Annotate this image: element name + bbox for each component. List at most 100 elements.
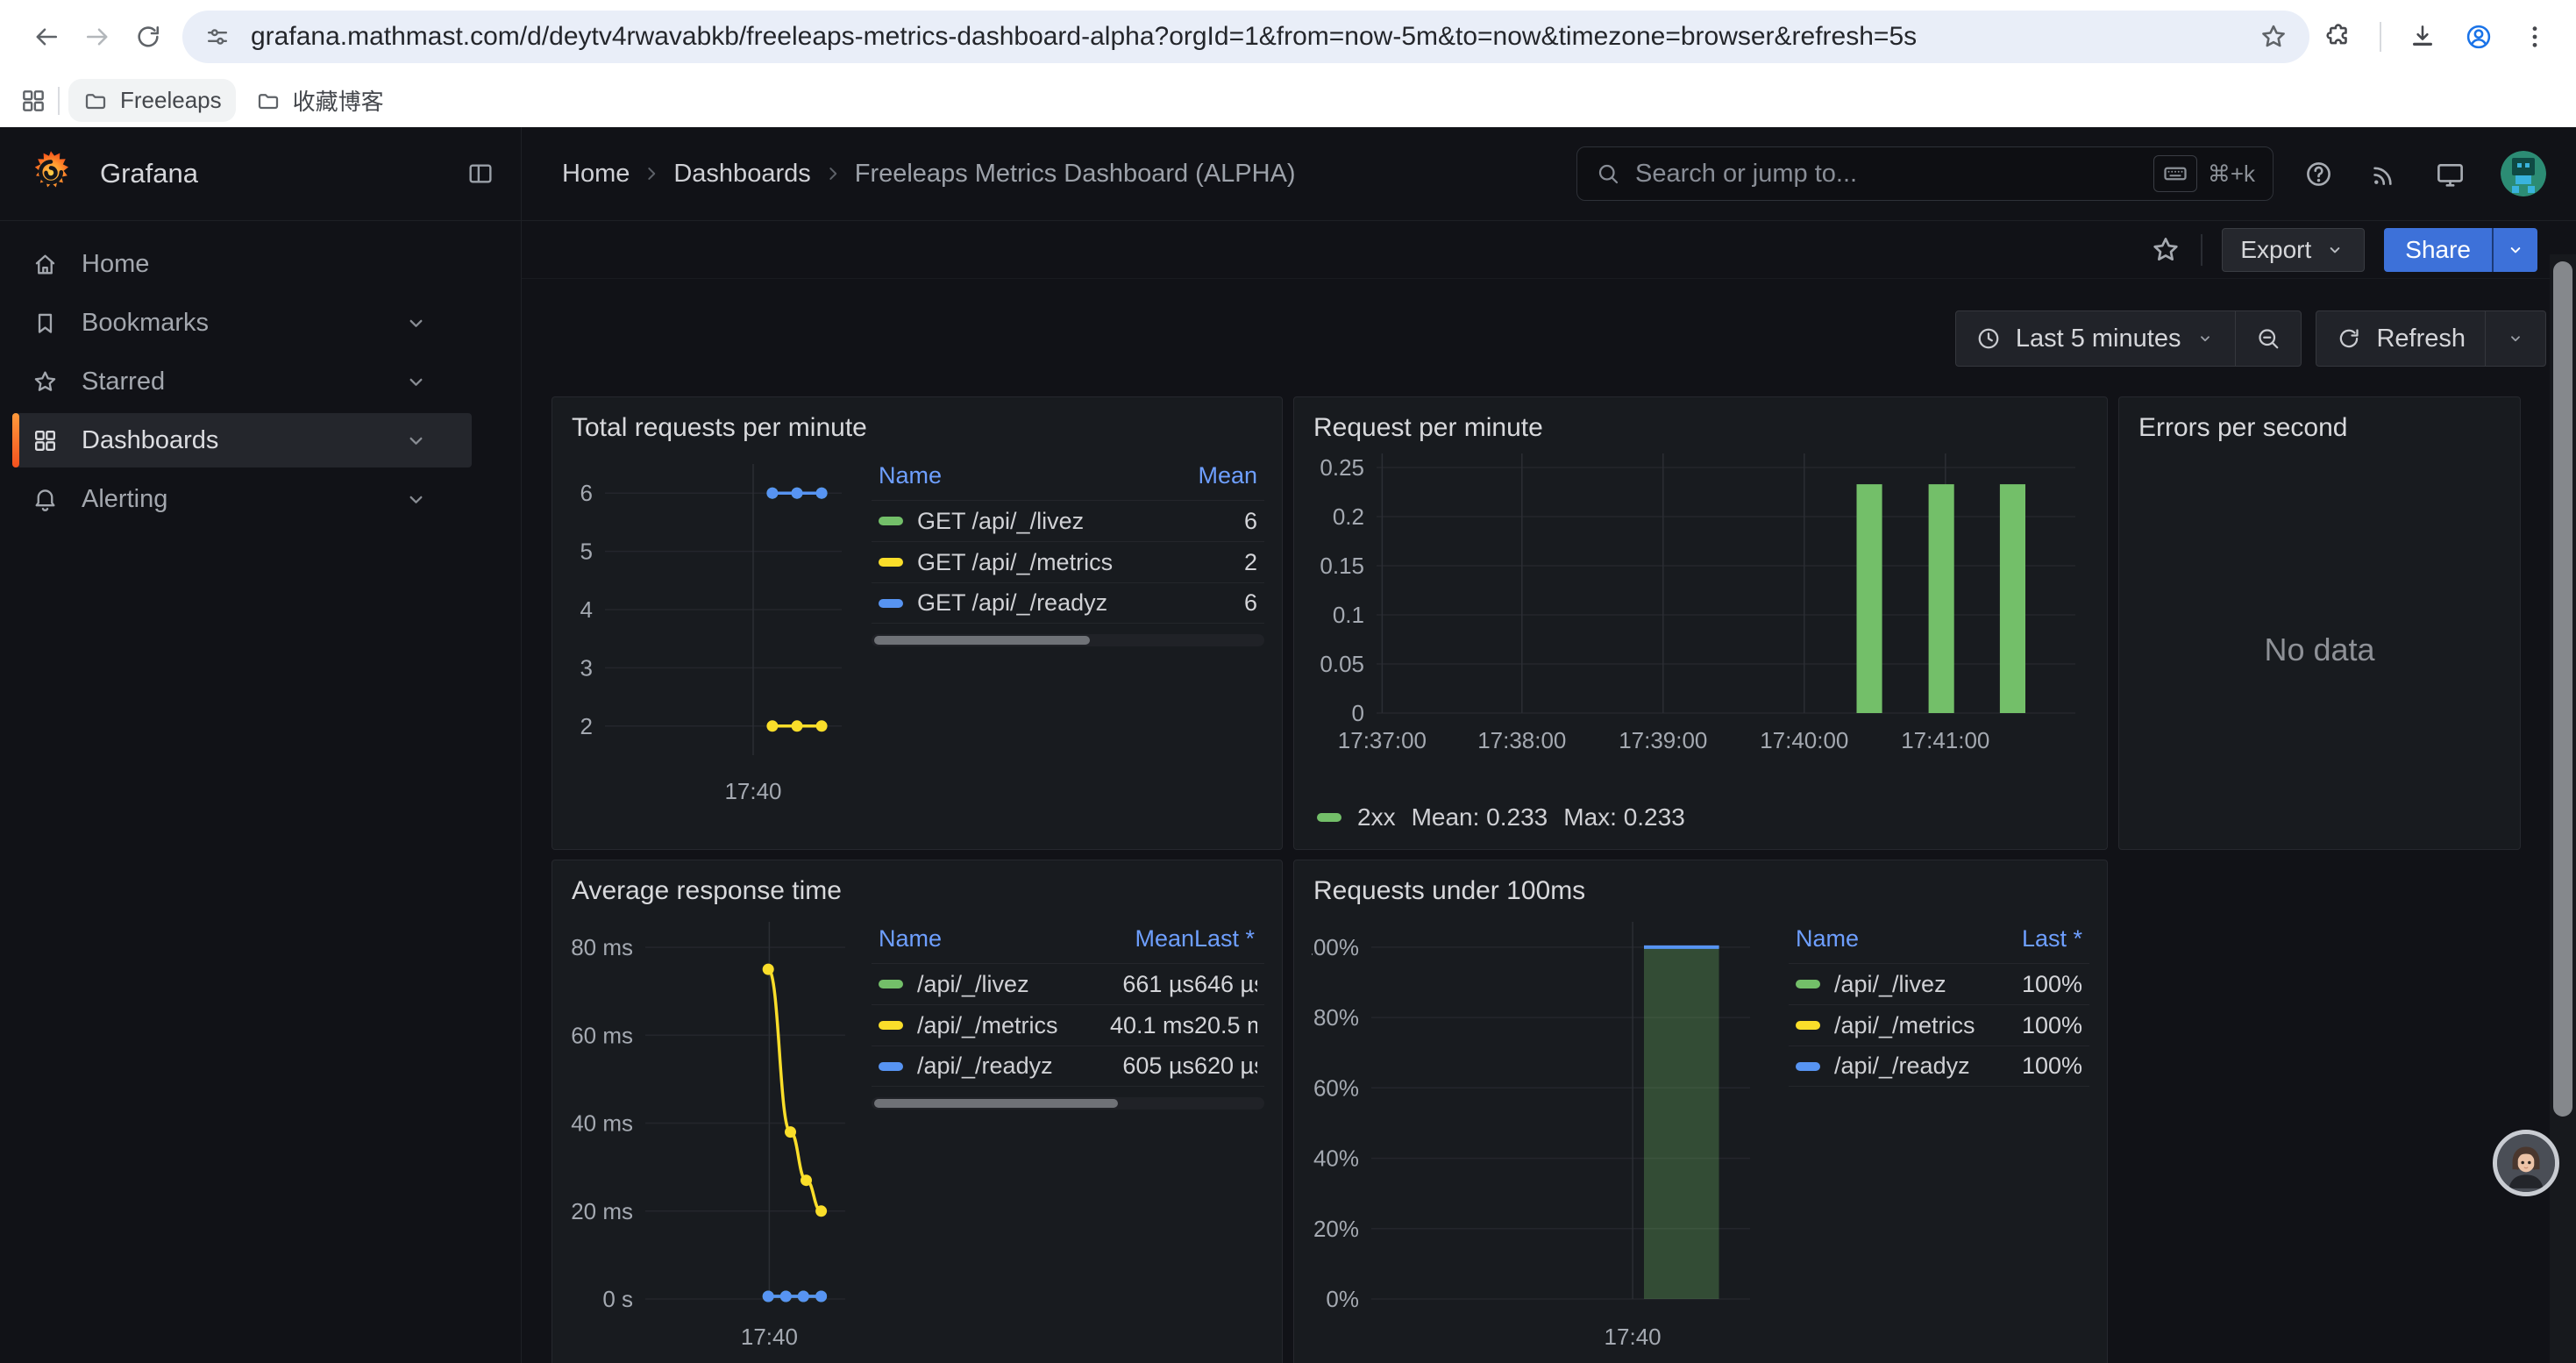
sidebar-item-bookmarks[interactable]: Bookmarks bbox=[12, 296, 472, 350]
series-name[interactable]: 2xx bbox=[1357, 803, 1396, 831]
search-box[interactable]: ⌘+k bbox=[1576, 146, 2274, 201]
search-input[interactable] bbox=[1635, 160, 2153, 189]
refresh-label: Refresh bbox=[2376, 325, 2466, 353]
panel-title[interactable]: Average response time bbox=[552, 860, 1282, 913]
url-text[interactable]: grafana.mathmast.com/d/deytv4rwavabkb/fr… bbox=[251, 22, 2259, 52]
legend-value: 100% bbox=[1977, 1012, 2082, 1039]
breadcrumb-item[interactable]: Home bbox=[551, 154, 640, 194]
panels-grid: Total requests per minute 6543217:40 Nam… bbox=[551, 396, 2546, 1363]
breadcrumb: Home Dashboards Freeleaps Metrics Dashboar… bbox=[551, 154, 1306, 194]
url-bar[interactable]: grafana.mathmast.com/d/deytv4rwavabkb/fr… bbox=[182, 11, 2309, 63]
legend-column-header[interactable]: Name bbox=[1796, 925, 1977, 953]
dashboards-icon bbox=[32, 427, 59, 454]
legend-column-header[interactable]: Last * bbox=[1977, 925, 2082, 953]
help-button[interactable] bbox=[2303, 159, 2334, 189]
legend-value: 661 µs bbox=[1071, 971, 1194, 998]
chart-legend: 2xx Mean: 0.233 Max: 0.233 bbox=[1312, 802, 2089, 837]
bookmark-label: Freeleaps bbox=[120, 87, 222, 114]
legend-row[interactable]: /api/_/metrics100% bbox=[1789, 1004, 2089, 1045]
legend-scrollbar[interactable] bbox=[872, 634, 1264, 646]
back-button[interactable] bbox=[21, 11, 72, 62]
zoom-out-button[interactable] bbox=[2236, 311, 2301, 366]
legend-row[interactable]: /api/_/livez661 µs646 µs bbox=[872, 963, 1264, 1004]
series-color-pill bbox=[1796, 1021, 1820, 1030]
scrollbar-thumb[interactable] bbox=[2553, 261, 2572, 1117]
profile-icon bbox=[2464, 22, 2494, 52]
actions-divider bbox=[2201, 234, 2202, 266]
bookmark-page-star-icon[interactable] bbox=[2259, 22, 2288, 52]
news-button[interactable] bbox=[2369, 159, 2400, 189]
panel-title[interactable]: Requests under 100ms bbox=[1294, 860, 2107, 913]
reload-button[interactable] bbox=[123, 11, 174, 62]
time-range-picker: Last 5 minutes bbox=[1955, 310, 2302, 367]
forward-button[interactable] bbox=[72, 11, 123, 62]
favorite-dashboard-button[interactable] bbox=[2150, 234, 2181, 266]
chevron-right-icon bbox=[640, 162, 663, 185]
legend-column-header[interactable]: Name bbox=[879, 462, 1143, 489]
refresh-interval-dropdown[interactable] bbox=[2486, 311, 2545, 366]
legend-column-header[interactable]: Mean bbox=[1143, 462, 1257, 489]
panel-total-requests-per-minute: Total requests per minute 6543217:40 Nam… bbox=[551, 396, 1283, 850]
share-button[interactable]: Share bbox=[2384, 228, 2492, 272]
search-icon bbox=[1595, 161, 1621, 187]
sidebar-item-alerting[interactable]: Alerting bbox=[12, 472, 472, 526]
display-button[interactable] bbox=[2435, 159, 2466, 189]
time-series-chart[interactable]: 80 ms60 ms40 ms20 ms0 s17:40 bbox=[570, 913, 859, 1363]
panel-title[interactable]: Total requests per minute bbox=[552, 397, 1282, 450]
breadcrumb-item[interactable]: Dashboards bbox=[663, 154, 821, 194]
sidebar-nav: HomeBookmarksStarredDashboardsAlerting bbox=[0, 221, 521, 531]
export-button[interactable]: Export bbox=[2222, 228, 2365, 272]
shortcut-text: ⌘+k bbox=[2208, 161, 2255, 188]
legend-max: Max: 0.233 bbox=[1563, 803, 1685, 831]
apps-shortcut-button[interactable] bbox=[19, 87, 47, 115]
browser-menu-button[interactable] bbox=[2520, 22, 2550, 52]
panel-title[interactable]: Errors per second bbox=[2119, 397, 2520, 450]
svg-text:0.2: 0.2 bbox=[1333, 503, 1364, 530]
refresh-button[interactable]: Refresh bbox=[2316, 311, 2485, 366]
sidebar-item-home[interactable]: Home bbox=[12, 237, 472, 291]
legend-row[interactable]: /api/_/readyz605 µs620 µs bbox=[872, 1045, 1264, 1087]
bookmark-item--[interactable]: 收藏博客 bbox=[241, 76, 398, 125]
legend-row[interactable]: GET /api/_/metrics2 bbox=[872, 541, 1264, 582]
downloads-button[interactable] bbox=[2408, 22, 2437, 52]
time-range-button[interactable]: Last 5 minutes bbox=[1956, 311, 2236, 366]
grafana-logo-icon[interactable] bbox=[26, 149, 75, 198]
brand-name: Grafana bbox=[100, 158, 198, 189]
chevron-down-icon bbox=[402, 310, 430, 337]
svg-text:60%: 60% bbox=[1313, 1074, 1359, 1101]
svg-text:17:39:00: 17:39:00 bbox=[1619, 727, 1707, 753]
bar-chart[interactable]: 0.250.20.150.10.05017:37:0017:38:0017:39… bbox=[1312, 450, 2091, 757]
legend-column-header[interactable]: Name bbox=[879, 925, 1071, 953]
legend-row[interactable]: /api/_/metrics40.1 ms20.5 ms bbox=[872, 1004, 1264, 1045]
dock-menu-button[interactable] bbox=[466, 160, 495, 188]
series-color-pill bbox=[1796, 980, 1820, 988]
legend-row[interactable]: GET /api/_/livez6 bbox=[872, 500, 1264, 541]
svg-text:100%: 100% bbox=[1312, 934, 1359, 960]
legend-value: 100% bbox=[1977, 971, 2082, 998]
assistant-avatar[interactable] bbox=[2493, 1130, 2559, 1196]
legend-row[interactable]: /api/_/livez100% bbox=[1789, 963, 2089, 1004]
series-color-pill bbox=[1796, 1062, 1820, 1071]
legend-column-header[interactable]: Mean bbox=[1071, 925, 1194, 953]
legend-mean: Mean: 0.233 bbox=[1412, 803, 1548, 831]
caret-down-icon bbox=[2195, 328, 2216, 349]
area-chart[interactable]: 100%80%60%40%20%0%17:40 bbox=[1312, 913, 1776, 1363]
breadcrumb-item: Freeleaps Metrics Dashboard (ALPHA) bbox=[844, 154, 1306, 194]
panel-title[interactable]: Request per minute bbox=[1294, 397, 2107, 450]
user-avatar[interactable] bbox=[2501, 151, 2546, 196]
profile-button[interactable] bbox=[2464, 22, 2494, 52]
sidebar-item-dashboards[interactable]: Dashboards bbox=[12, 413, 472, 467]
sidebar-item-starred[interactable]: Starred bbox=[12, 354, 472, 409]
share-dropdown-button[interactable] bbox=[2492, 228, 2537, 272]
extensions-button[interactable] bbox=[2323, 22, 2353, 52]
bookmark-item-freeleaps[interactable]: Freeleaps bbox=[68, 79, 236, 122]
page-scrollbar[interactable] bbox=[2550, 254, 2576, 1363]
time-series-chart[interactable]: 6543217:40 bbox=[570, 450, 859, 811]
series-color-pill bbox=[879, 1021, 903, 1030]
legend-column-header[interactable]: Last * bbox=[1194, 925, 1257, 953]
legend-row[interactable]: /api/_/readyz100% bbox=[1789, 1045, 2089, 1087]
legend-row[interactable]: GET /api/_/readyz6 bbox=[872, 582, 1264, 624]
bookmarks-divider bbox=[58, 87, 60, 115]
legend-scrollbar[interactable] bbox=[872, 1097, 1264, 1110]
series-color-pill bbox=[879, 980, 903, 988]
